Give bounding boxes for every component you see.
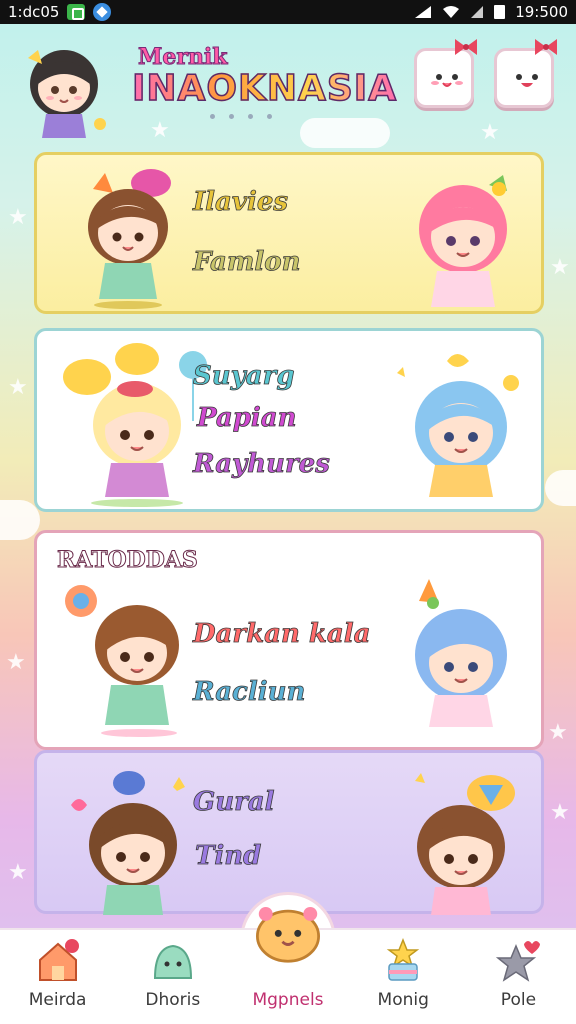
brown-hair-girl-3-illustration (415, 773, 515, 915)
card-3-label-1: Darkan kala (193, 619, 371, 650)
star-decoration: ★ (8, 375, 28, 400)
bun-face-icon (256, 906, 320, 963)
nav-item-dhoris[interactable]: Dhoris (115, 930, 230, 1024)
nav-item-mgpnels[interactable]: Mgpnels (230, 906, 345, 1024)
blue-hair-girl-2-illustration (415, 579, 507, 727)
nav-item-meirda[interactable]: Meirda (0, 930, 115, 1024)
nav-item-pole[interactable]: Pole (461, 930, 576, 1024)
character-card-4[interactable]: Gural Tind (34, 750, 544, 915)
card-4-label-1: Gural (193, 787, 275, 818)
cloud-decoration (0, 500, 40, 540)
brown-hair-boy-illustration (65, 585, 179, 737)
card-4-label-2: Tind (195, 841, 262, 872)
app-title: INAOKNASIA (131, 67, 398, 110)
card-2-label-2: Papian (197, 403, 297, 434)
cloud-decoration (545, 470, 576, 506)
blue-hair-girl-illustration (397, 354, 519, 497)
bow-icon (535, 39, 557, 55)
avatar[interactable] (16, 34, 112, 138)
nav-label-meirda: Meirda (28, 990, 87, 1010)
location-icon (93, 3, 112, 21)
cell-signal-icon (471, 6, 484, 18)
friends-face-button[interactable] (494, 39, 557, 108)
wifi-icon (443, 6, 460, 18)
bottom-nav: Meirda Dhoris Mgpnels Monig Pole (0, 906, 576, 1024)
star-decoration: ★ (550, 800, 570, 825)
character-card-3[interactable]: RATODDAS Darkan kala Racliun (34, 530, 544, 750)
star-decoration: ★ (6, 650, 26, 675)
star-decoration: ★ (8, 860, 28, 885)
app-header: Mernik INAOKNASIA (0, 24, 576, 150)
smile-face-icon (516, 74, 538, 87)
character-card-1[interactable]: Ilavies Famlon (34, 152, 544, 314)
star-decoration: ★ (548, 720, 568, 745)
battery-icon (494, 5, 506, 19)
nav-label-pole: Pole (500, 990, 537, 1010)
card-1-label-1: Ilavies (193, 187, 289, 218)
heart-star-icon (496, 941, 541, 982)
slime-icon (153, 944, 192, 979)
page-dots (210, 114, 272, 119)
nav-item-monig[interactable]: Monig (346, 930, 461, 1024)
status-time: 19:500 (515, 3, 568, 21)
pink-hair-girl-illustration (419, 175, 507, 307)
blonde-girl-illustration (63, 343, 207, 507)
card-2-label-1: Suyarg (193, 361, 295, 392)
status-bar: 1:dc05 19:500 (0, 0, 576, 24)
house-icon (38, 939, 79, 981)
star-decoration: ★ (8, 205, 28, 230)
card-3-heading: RATODDAS (57, 547, 199, 574)
character-card-2[interactable]: Suyarg Papian Rayhures (34, 328, 544, 512)
app-subtitle: Mernik (138, 44, 229, 71)
bow-icon (455, 39, 477, 55)
card-2-label-3: Rayhures (193, 449, 331, 480)
happy-face-icon (431, 74, 463, 87)
card-3-label-2: Racliun (193, 677, 306, 708)
nav-label-monig: Monig (377, 990, 429, 1010)
nav-label-mgpnels: Mgpnels (252, 990, 324, 1010)
star-cake-icon (386, 938, 420, 981)
profile-face-button[interactable] (414, 39, 477, 108)
status-left-text: 1:dc05 (8, 3, 60, 21)
brown-hair-girl-2-illustration (71, 771, 185, 915)
star-decoration: ★ (550, 255, 570, 280)
nav-label-dhoris: Dhoris (145, 990, 201, 1010)
card-1-label-2: Famlon (193, 247, 301, 278)
brown-hair-girl-illustration (88, 169, 171, 309)
signal-icon (415, 6, 432, 18)
app-notification-icon (67, 4, 86, 20)
